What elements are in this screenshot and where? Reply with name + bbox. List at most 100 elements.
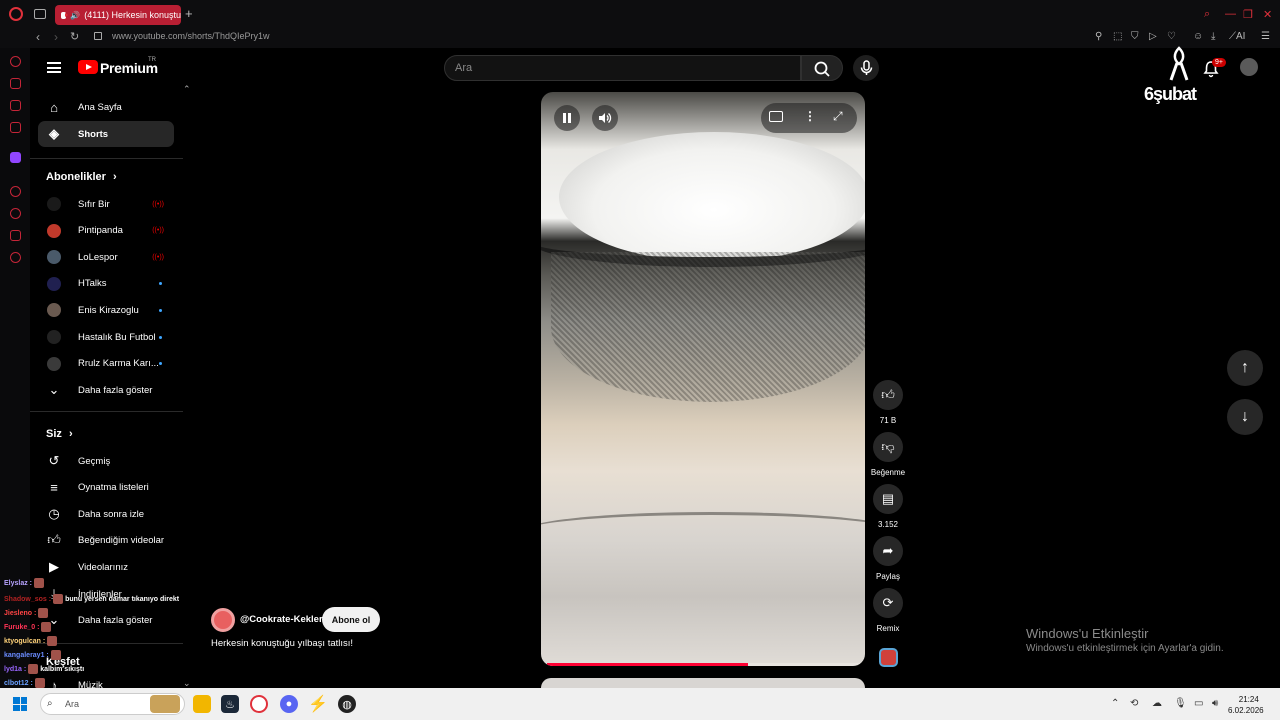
chat-emote-icon [41,622,52,632]
url-field[interactable]: www.youtube.com/shorts/ThdQIePry1w [112,31,270,41]
subscribe-button[interactable]: Abone ol [322,607,380,632]
show-more-subscriptions[interactable]: ⌄ Daha fazla göster [38,377,174,403]
search-button[interactable] [801,55,843,81]
browser-tab-youtube[interactable]: 🔊 (4111) Herkesin konuştu [55,5,181,25]
microphone-icon [860,60,873,75]
comments-button[interactable]: ▤ 3.152 [872,484,904,529]
search-tabs-icon[interactable]: ⌕ [1204,8,1210,21]
subscription-item[interactable]: Sıfır Bir ((•)) [38,191,174,217]
tray-mic-icon[interactable]: 🎙︎ [1174,698,1187,709]
sidebar-chat-icon[interactable] [10,122,21,133]
youtube-logo-icon[interactable] [78,60,98,74]
guide-item-playlists[interactable]: ≡ Oynatma listeleri [38,474,174,500]
new-content-dot [159,362,162,366]
more-options-icon[interactable]: ⋮ [804,109,816,123]
tray-monitor-icon[interactable]: ▭ [1194,698,1203,709]
guide-scroll-up-icon[interactable]: ⌃ [183,84,191,95]
bolt-app-icon[interactable]: ⚡ [308,695,328,713]
pause-button[interactable] [554,105,580,131]
volume-button[interactable] [592,105,618,131]
tab-switcher-icon[interactable] [34,9,46,19]
player-controls-group: ⋮ ⤢ [761,103,857,133]
guide-menu-icon[interactable] [47,62,61,73]
sidebar-refresh-icon[interactable] [10,56,21,67]
channel-name[interactable]: @Cookrate-Kekler [240,614,323,625]
sidebar-history-icon[interactable] [10,208,21,219]
guide-item-home[interactable]: ⌂ Ana Sayfa [38,94,174,120]
sidebar-messenger-icon[interactable] [10,100,21,111]
shorts-video-player[interactable]: ⋮ ⤢ [541,92,865,666]
subscription-name: Hastalık Bu Futbol [78,331,156,343]
chat-username: kangaleray1 : [4,651,49,659]
subscription-item[interactable]: Pintipanda ((•)) [38,218,174,244]
guide-item-liked-videos[interactable]: 👍︎ Beğendiğim videolar [38,527,174,553]
forward-icon[interactable]: › [54,30,58,44]
remix-button[interactable]: ⟳ Remix [872,588,904,633]
sidebar-bag-icon[interactable] [10,78,21,89]
dislike-label: Beğenme [870,468,906,477]
subscription-item[interactable]: Rrulz Karma Karı... [38,351,174,377]
file-explorer-icon[interactable] [193,695,211,713]
like-button[interactable]: 👍︎ 71 B [872,380,904,425]
maximize-button[interactable]: ❐ [1243,8,1253,21]
menu-icon[interactable]: ☰ [1261,31,1270,42]
heart-icon[interactable]: ♡ [1167,31,1176,42]
account-avatar[interactable] [1240,58,1258,76]
subscription-item[interactable]: HTalks [38,271,174,297]
sidebar-twitch-icon[interactable] [10,152,21,163]
subscription-item[interactable]: Hastalık Bu Futbol [38,324,174,350]
opera-taskbar-icon[interactable] [250,695,268,713]
tray-expand-icon[interactable]: ⌃ [1111,698,1119,709]
discord-icon[interactable]: ● [280,695,298,713]
reload-icon[interactable]: ↻ [70,30,79,43]
pin-icon[interactable]: ⚲ [1095,31,1102,42]
speaker-icon[interactable]: 🔊 [70,11,80,20]
subscription-item[interactable]: Enis Kirazoglu [38,297,174,323]
next-short-button[interactable]: ↓ [1227,399,1263,435]
tray-volume-icon[interactable]: 🔊︎ [1212,698,1218,709]
subscription-item[interactable]: LoLespor ((•)) [38,244,174,270]
close-window-button[interactable]: ✕ [1263,8,1272,21]
sound-thumbnail[interactable] [879,648,898,667]
snapshot-icon[interactable]: ⬚ [1113,31,1122,42]
subscriptions-heading[interactable]: Abonelikler › [46,171,117,183]
start-button[interactable] [13,697,27,711]
shield-icon[interactable]: ⛉ [1131,31,1139,42]
guide-item-watch-later[interactable]: ◷ Daha sonra izle [38,501,174,527]
guide-item-shorts[interactable]: ◈ Shorts [38,121,174,147]
sidebar-player-icon[interactable] [10,186,21,197]
sidebar-settings-icon[interactable] [10,252,21,263]
captions-icon[interactable] [769,111,783,122]
previous-short-button[interactable]: ↑ [1227,350,1263,386]
ai-icon[interactable]: ⟋AI [1229,31,1245,42]
back-icon[interactable]: ‹ [36,30,40,44]
guide-item-history[interactable]: ↺ Geçmiş [38,448,174,474]
taskbar-clock[interactable]: 21:24 6.02.2026 [1228,694,1264,716]
search-input[interactable]: Ara [444,55,801,81]
new-content-dot [159,335,162,339]
tray-sync-icon[interactable]: ⟲ [1130,698,1138,709]
channel-avatar[interactable] [211,608,235,632]
voice-search-button[interactable] [853,55,879,81]
you-heading[interactable]: Siz › [46,428,73,440]
tray-network-app-icon[interactable]: ☁ [1152,698,1162,709]
app-icon[interactable]: ◍ [338,695,356,713]
chat-message: Elyslaz : [4,578,45,588]
share-button[interactable]: ➦ Paylaş [872,536,904,581]
dislike-button[interactable]: 👎︎ Beğenme [871,432,905,477]
video-progress-bar[interactable] [547,663,861,666]
notification-badge: 9+ [1212,58,1226,67]
opera-logo-icon[interactable] [9,7,23,21]
play-icon[interactable]: ▷ [1149,31,1157,42]
guide-item-your-videos[interactable]: ▶ Videolarınız [38,554,174,580]
sidebar-extension-icon[interactable] [10,230,21,241]
download-icon[interactable]: ⤓ [1211,31,1215,42]
account-icon[interactable]: ☺ [1193,31,1203,42]
minimize-button[interactable]: — [1225,8,1236,20]
steam-icon[interactable]: ♨ [221,695,239,713]
chat-emote-icon [47,636,58,646]
show-more-you[interactable]: ⌄ Daha fazla göster [38,607,174,633]
video-title[interactable]: Herkesin konuştuğu yılbaşı tatlısı! [211,638,353,649]
fullscreen-icon[interactable]: ⤢ [833,109,843,124]
new-tab-button[interactable]: + [185,6,193,21]
